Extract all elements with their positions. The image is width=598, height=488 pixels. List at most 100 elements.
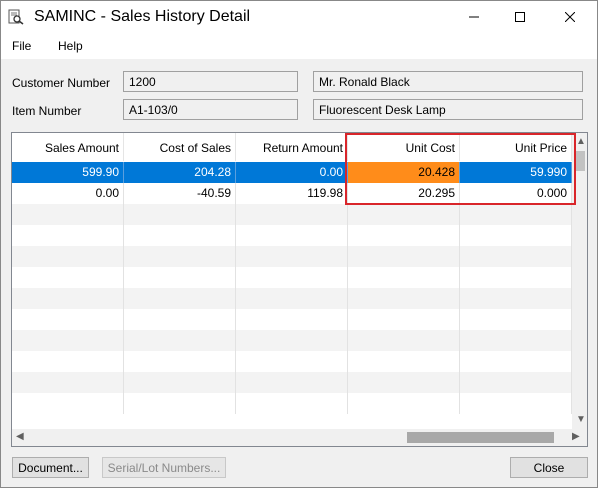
empty-cell[interactable] bbox=[236, 225, 348, 246]
item-number-field[interactable]: A1-103/0 bbox=[123, 99, 298, 120]
column-header-unit-cost[interactable]: Unit Cost bbox=[348, 133, 460, 161]
empty-cell[interactable] bbox=[236, 267, 348, 288]
column-header-return-amount[interactable]: Return Amount bbox=[236, 133, 348, 161]
empty-cell[interactable] bbox=[236, 351, 348, 372]
empty-row[interactable] bbox=[12, 204, 572, 225]
empty-cell[interactable] bbox=[460, 393, 572, 414]
empty-cell[interactable] bbox=[124, 288, 236, 309]
customer-number-field[interactable]: 1200 bbox=[123, 71, 298, 92]
cell-sales-amount[interactable]: 0.00 bbox=[12, 183, 124, 204]
empty-cell[interactable] bbox=[124, 246, 236, 267]
empty-cell[interactable] bbox=[348, 309, 460, 330]
empty-row[interactable] bbox=[12, 225, 572, 246]
empty-cell[interactable] bbox=[236, 204, 348, 225]
maximize-button[interactable] bbox=[497, 1, 543, 33]
customer-name-field[interactable]: Mr. Ronald Black bbox=[313, 71, 583, 92]
scroll-up-icon[interactable]: ▲ bbox=[576, 137, 586, 147]
empty-cell[interactable] bbox=[460, 351, 572, 372]
menu-file[interactable]: File bbox=[12, 39, 31, 53]
title-bar[interactable]: SAMINC - Sales History Detail bbox=[1, 1, 597, 33]
column-header-unit-price[interactable]: Unit Price bbox=[460, 133, 572, 161]
empty-cell[interactable] bbox=[236, 246, 348, 267]
empty-cell[interactable] bbox=[12, 246, 124, 267]
cell-cost-of-sales[interactable]: 204.28 bbox=[124, 162, 236, 183]
scroll-left-icon[interactable]: ◀ bbox=[16, 432, 24, 442]
empty-row[interactable] bbox=[12, 309, 572, 330]
cell-unit-cost-focused[interactable]: 20.428 bbox=[348, 162, 460, 183]
empty-cell[interactable] bbox=[348, 330, 460, 351]
scroll-right-icon[interactable]: ▶ bbox=[572, 432, 580, 442]
empty-cell[interactable] bbox=[124, 204, 236, 225]
table-row[interactable]: 599.90 204.28 0.00 20.428 59.990 bbox=[12, 162, 572, 183]
cell-sales-amount[interactable]: 599.90 bbox=[12, 162, 124, 183]
empty-cell[interactable] bbox=[348, 288, 460, 309]
empty-row[interactable] bbox=[12, 372, 572, 393]
empty-cell[interactable] bbox=[460, 372, 572, 393]
empty-cell[interactable] bbox=[348, 204, 460, 225]
empty-cell[interactable] bbox=[124, 393, 236, 414]
vertical-scroll-thumb[interactable] bbox=[575, 151, 585, 171]
empty-cell[interactable] bbox=[236, 393, 348, 414]
empty-row[interactable] bbox=[12, 351, 572, 372]
menu-help[interactable]: Help bbox=[58, 39, 83, 53]
item-description-field[interactable]: Fluorescent Desk Lamp bbox=[313, 99, 583, 120]
empty-row[interactable] bbox=[12, 288, 572, 309]
cell-unit-price[interactable]: 59.990 bbox=[460, 162, 572, 183]
cell-cost-of-sales[interactable]: -40.59 bbox=[124, 183, 236, 204]
vertical-scrollbar[interactable]: ▲ ▼ bbox=[572, 133, 587, 429]
empty-cell[interactable] bbox=[236, 309, 348, 330]
item-number-label: Item Number bbox=[12, 104, 82, 118]
scroll-down-icon[interactable]: ▼ bbox=[576, 415, 586, 425]
empty-cell[interactable] bbox=[460, 225, 572, 246]
empty-cell[interactable] bbox=[348, 372, 460, 393]
empty-row[interactable] bbox=[12, 246, 572, 267]
column-header-cost-of-sales[interactable]: Cost of Sales bbox=[124, 133, 236, 161]
empty-cell[interactable] bbox=[348, 225, 460, 246]
empty-cell[interactable] bbox=[348, 267, 460, 288]
empty-cell[interactable] bbox=[460, 246, 572, 267]
empty-cell[interactable] bbox=[12, 372, 124, 393]
horizontal-scroll-thumb[interactable] bbox=[407, 432, 554, 443]
empty-cell[interactable] bbox=[124, 330, 236, 351]
empty-cell[interactable] bbox=[12, 330, 124, 351]
empty-cell[interactable] bbox=[460, 330, 572, 351]
empty-cell[interactable] bbox=[460, 309, 572, 330]
column-header-sales-amount[interactable]: Sales Amount bbox=[12, 133, 124, 161]
empty-row[interactable] bbox=[12, 267, 572, 288]
cell-unit-cost[interactable]: 20.295 bbox=[348, 183, 460, 204]
empty-cell[interactable] bbox=[460, 204, 572, 225]
minimize-button[interactable] bbox=[451, 1, 497, 33]
empty-cell[interactable] bbox=[348, 246, 460, 267]
empty-cell[interactable] bbox=[124, 372, 236, 393]
empty-cell[interactable] bbox=[12, 267, 124, 288]
horizontal-scrollbar[interactable]: ◀ ▶ bbox=[12, 429, 587, 446]
empty-row[interactable] bbox=[12, 330, 572, 351]
cell-return-amount[interactable]: 0.00 bbox=[236, 162, 348, 183]
close-window-button[interactable] bbox=[547, 1, 593, 33]
close-button[interactable]: Close bbox=[510, 457, 588, 478]
cell-unit-price[interactable]: 0.000 bbox=[460, 183, 572, 204]
empty-cell[interactable] bbox=[124, 309, 236, 330]
sales-history-grid[interactable]: Sales Amount Cost of Sales Return Amount… bbox=[11, 132, 588, 447]
empty-cell[interactable] bbox=[236, 330, 348, 351]
empty-cell[interactable] bbox=[12, 204, 124, 225]
empty-cell[interactable] bbox=[12, 351, 124, 372]
empty-cell[interactable] bbox=[236, 288, 348, 309]
empty-cell[interactable] bbox=[460, 288, 572, 309]
empty-cell[interactable] bbox=[12, 393, 124, 414]
empty-cell[interactable] bbox=[460, 267, 572, 288]
empty-cell[interactable] bbox=[12, 309, 124, 330]
empty-cell[interactable] bbox=[348, 351, 460, 372]
document-button[interactable]: Document... bbox=[12, 457, 89, 478]
empty-cell[interactable] bbox=[124, 225, 236, 246]
empty-cell[interactable] bbox=[236, 372, 348, 393]
cell-return-amount[interactable]: 119.98 bbox=[236, 183, 348, 204]
empty-cell[interactable] bbox=[12, 288, 124, 309]
empty-cell[interactable] bbox=[12, 225, 124, 246]
empty-cell[interactable] bbox=[124, 351, 236, 372]
serial-lot-numbers-button[interactable]: Serial/Lot Numbers... bbox=[102, 457, 226, 478]
empty-row[interactable] bbox=[12, 393, 572, 414]
empty-cell[interactable] bbox=[348, 393, 460, 414]
table-row[interactable]: 0.00 -40.59 119.98 20.295 0.000 bbox=[12, 183, 572, 204]
empty-cell[interactable] bbox=[124, 267, 236, 288]
